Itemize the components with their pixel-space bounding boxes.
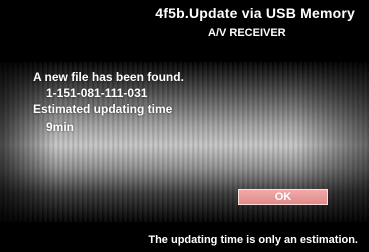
device-subtitle: A/V RECEIVER xyxy=(208,27,286,39)
page-title: 4f5b.Update via USB Memory xyxy=(155,5,355,21)
ok-button[interactable]: OK xyxy=(238,189,328,205)
estimate-value: 9min xyxy=(46,120,75,134)
file-found-message: A new file has been found. xyxy=(33,70,184,84)
file-id-text: 1-151-081-111-031 xyxy=(46,86,148,100)
estimate-label: Estimated updating time xyxy=(33,102,173,116)
update-screen: 4f5b.Update via USB Memory A/V RECEIVER … xyxy=(0,0,369,252)
estimation-note: The updating time is only an estimation. xyxy=(148,234,358,246)
